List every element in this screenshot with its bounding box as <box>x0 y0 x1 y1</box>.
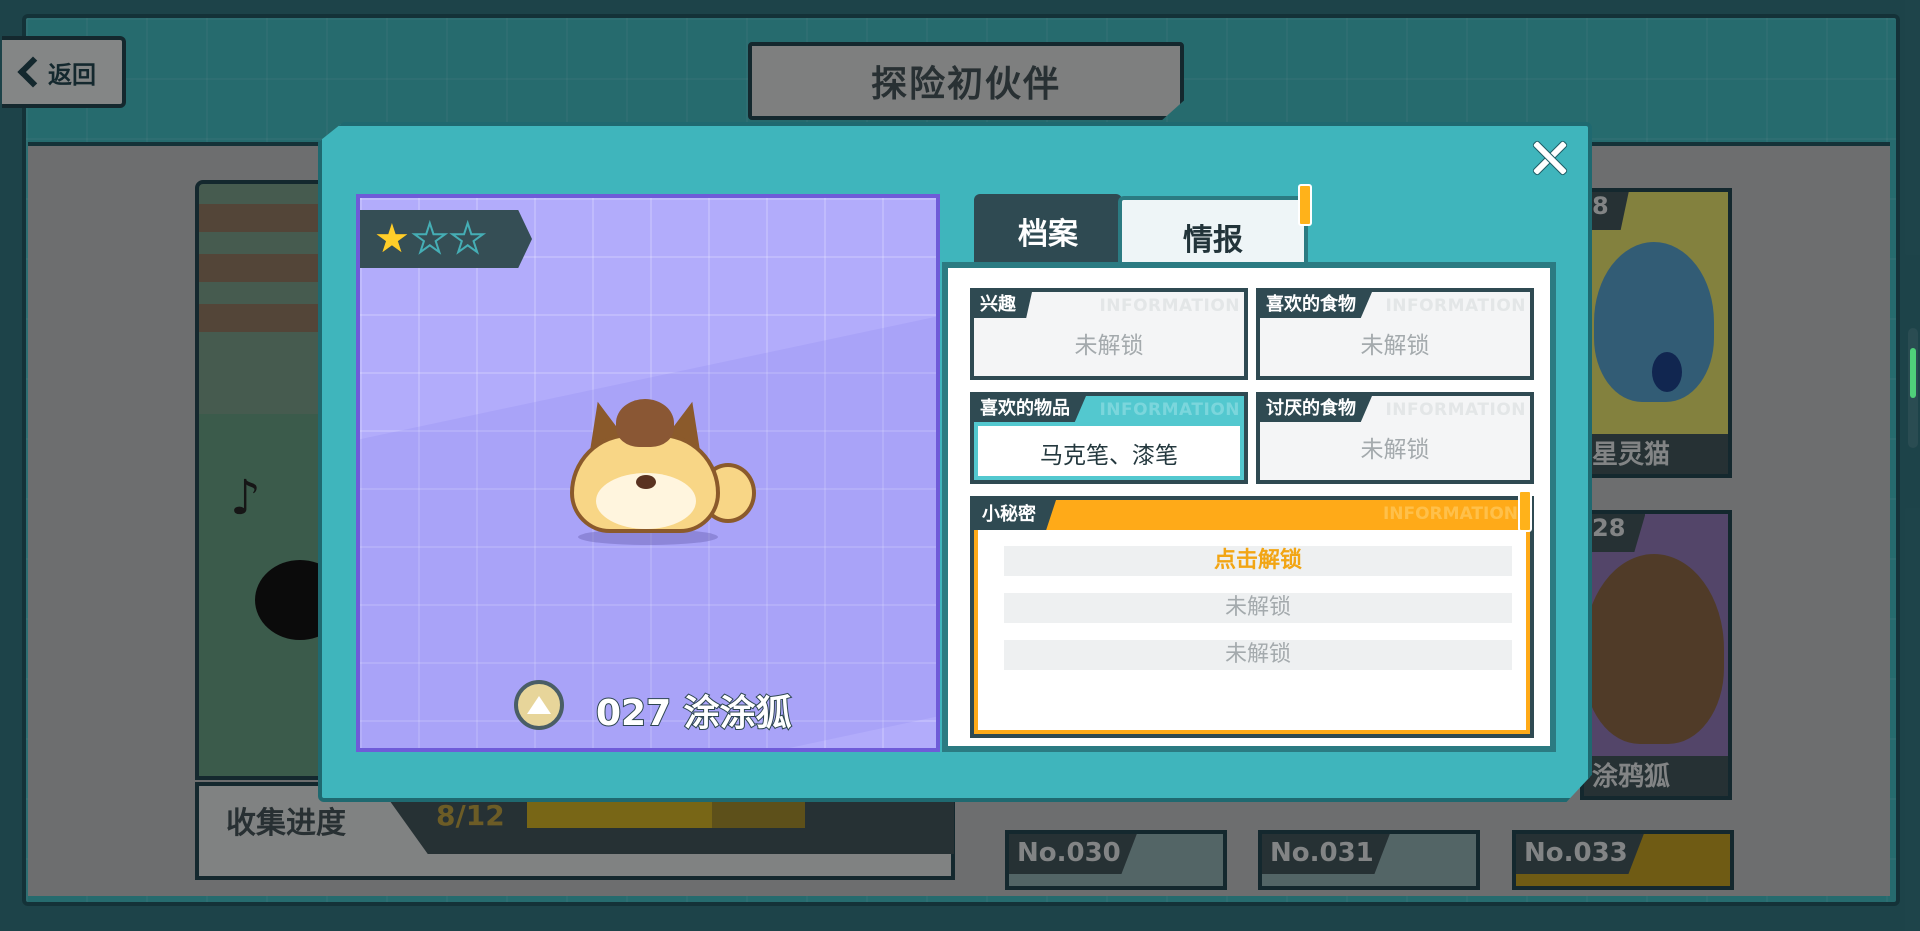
secret-section: 小秘密 INFORMATION 点击解锁 未解锁 未解锁 <box>970 496 1534 738</box>
watermark-text: INFORMATION <box>1099 296 1240 316</box>
info-disliked-food: 讨厌的食物 INFORMATION 未解锁 <box>1256 392 1534 484</box>
info-favorite-food-value: 未解锁 <box>1360 333 1430 359</box>
secret-line-locked: 未解锁 <box>1004 640 1512 670</box>
info-favorite-item-value: 马克笔、漆笔 <box>1040 443 1178 469</box>
info-hobby-title: 兴趣 <box>974 292 1032 318</box>
watermark-text: INFORMATION <box>1385 296 1526 316</box>
exclamation-alert-icon <box>1298 184 1312 226</box>
close-icon[interactable] <box>1530 138 1568 176</box>
info-disliked-food-value: 未解锁 <box>1360 437 1430 463</box>
watermark-text: INFORMATION <box>1385 400 1526 420</box>
pet-sprite <box>570 393 756 545</box>
info-disliked-food-title: 讨厌的食物 <box>1260 396 1372 422</box>
info-favorite-item-title: 喜欢的物品 <box>974 396 1086 422</box>
info-favorite-food: 喜欢的食物 INFORMATION 未解锁 <box>1256 288 1534 380</box>
star-empty-icon: ★ <box>411 216 449 262</box>
mountain-type-icon <box>514 680 564 730</box>
tab-profile[interactable]: 档案 <box>974 194 1122 268</box>
info-favorite-item: 喜欢的物品 INFORMATION 马克笔、漆笔 <box>970 392 1248 484</box>
star-empty-icon: ★ <box>449 216 487 262</box>
watermark-text: INFORMATION <box>1099 400 1240 420</box>
watermark-text: INFORMATION <box>1382 504 1518 524</box>
secret-line-locked: 未解锁 <box>1004 593 1512 623</box>
star-filled-icon: ★ <box>374 216 410 262</box>
info-hobby: 兴趣 INFORMATION 未解锁 <box>970 288 1248 380</box>
star-rating: ★ ★ ★ <box>360 210 532 268</box>
secret-title: 小秘密 <box>974 500 1056 530</box>
pet-name: 027 涂涂狐 <box>595 692 793 735</box>
info-hobby-value: 未解锁 <box>1074 333 1144 359</box>
unlock-secret-button[interactable]: 点击解锁 <box>1004 546 1512 576</box>
pet-portrait-panel: ★ ★ ★ 027 涂涂狐 <box>356 194 940 752</box>
side-scrollbar[interactable] <box>1908 328 1918 448</box>
info-favorite-food-title: 喜欢的食物 <box>1260 292 1372 318</box>
exclamation-alert-icon <box>1518 490 1532 532</box>
